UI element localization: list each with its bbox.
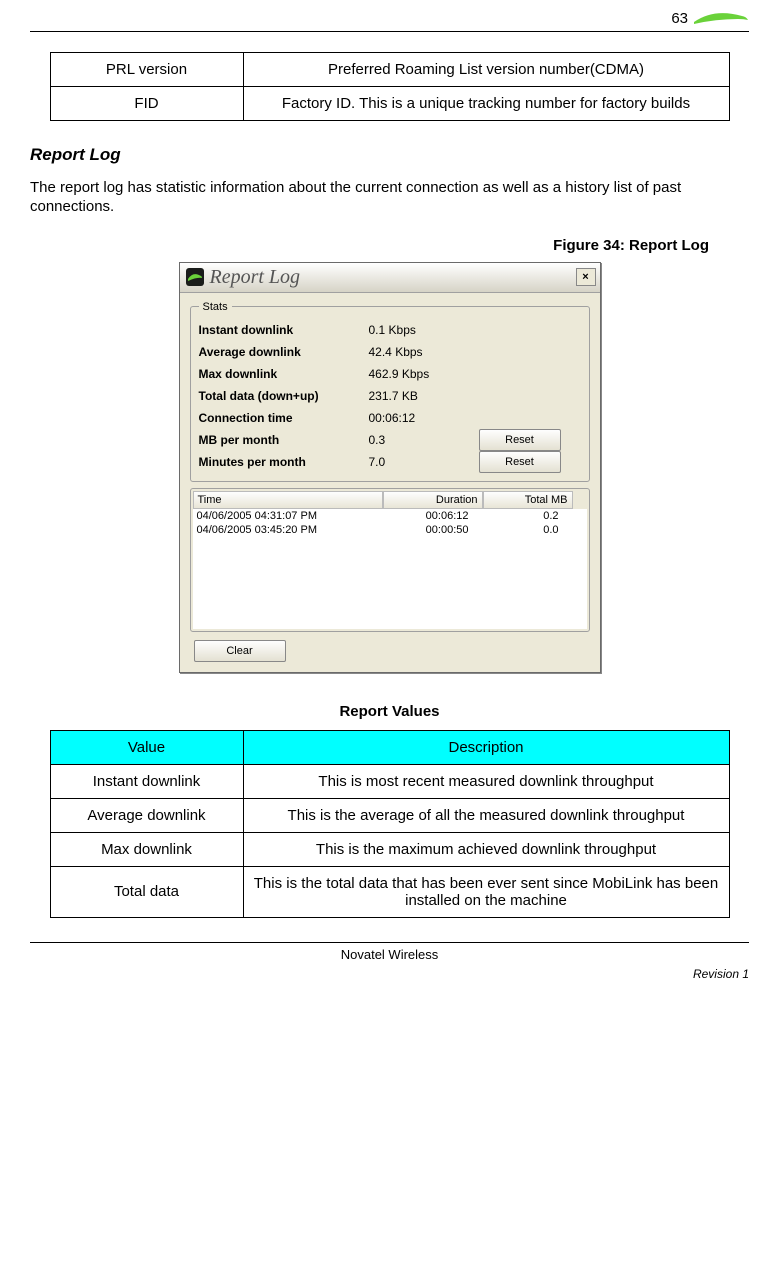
stat-row: Instant downlink 0.1 Kbps (199, 319, 581, 341)
stat-row: Minutes per month 7.0 Reset (199, 451, 581, 473)
stat-label: MB per month (199, 433, 369, 447)
cell-desc: Factory ID. This is a unique tracking nu… (243, 87, 729, 121)
reset-mb-button[interactable]: Reset (479, 429, 561, 451)
stat-row: Total data (down+up) 231.7 KB (199, 385, 581, 407)
list-item[interactable]: 04/06/2005 04:31:07 PM 00:06:12 0.2 (193, 509, 587, 523)
col-total[interactable]: Total MB (483, 491, 573, 509)
table-row: Average downlink This is the average of … (50, 798, 729, 832)
reset-minutes-button[interactable]: Reset (479, 451, 561, 473)
cell-value: Instant downlink (50, 764, 243, 798)
cell-value: Average downlink (50, 798, 243, 832)
stats-group: Stats Instant downlink 0.1 Kbps Average … (190, 301, 590, 482)
footer-revision: Revision 1 (693, 967, 749, 981)
cell-total: 0.0 (487, 524, 577, 536)
stat-value: 42.4 Kbps (369, 345, 479, 359)
cell-label: FID (50, 87, 243, 121)
clear-button[interactable]: Clear (194, 640, 286, 662)
cell-desc: This is the maximum achieved downlink th… (243, 832, 729, 866)
report-values-table: Value Description Instant downlink This … (50, 730, 730, 918)
section-heading: Report Log (30, 145, 749, 165)
stats-legend: Stats (199, 301, 232, 313)
col-duration[interactable]: Duration (383, 491, 483, 509)
stat-value: 00:06:12 (369, 411, 479, 425)
stat-label: Instant downlink (199, 323, 369, 337)
cell-total: 0.2 (487, 510, 577, 522)
cell-time: 04/06/2005 03:45:20 PM (197, 524, 387, 536)
stat-label: Connection time (199, 411, 369, 425)
page-header: 63 (30, 10, 749, 32)
table-row: Max downlink This is the maximum achieve… (50, 832, 729, 866)
stat-row: Average downlink 42.4 Kbps (199, 341, 581, 363)
cell-value: Total data (50, 866, 243, 917)
close-button[interactable]: × (576, 268, 596, 286)
window-title: Report Log (210, 266, 301, 289)
figure-caption: Figure 34: Report Log (30, 237, 709, 254)
cell-duration: 00:00:50 (387, 524, 487, 536)
cell-value: Max downlink (50, 832, 243, 866)
col-time[interactable]: Time (193, 491, 383, 509)
history-list: Time Duration Total MB 04/06/2005 04:31:… (190, 488, 590, 632)
page-footer: Novatel Wireless Revision 1 (30, 942, 749, 981)
cell-time: 04/06/2005 04:31:07 PM (197, 510, 387, 522)
table-row: FID Factory ID. This is a unique trackin… (50, 87, 729, 121)
section-intro: The report log has statistic information… (30, 179, 749, 217)
stat-value: 0.1 Kbps (369, 323, 479, 337)
cell-desc: Preferred Roaming List version number(CD… (243, 53, 729, 87)
report-values-title: Report Values (30, 703, 749, 720)
swoosh-icon (694, 12, 749, 26)
stat-row: Max downlink 462.9 Kbps (199, 363, 581, 385)
cell-desc: This is the total data that has been eve… (243, 866, 729, 917)
stat-value: 231.7 KB (369, 389, 479, 403)
stat-row: MB per month 0.3 Reset (199, 429, 581, 451)
page-number: 63 (671, 10, 688, 27)
table-row: Total data This is the total data that h… (50, 866, 729, 917)
header-value: Value (50, 730, 243, 764)
stat-label: Minutes per month (199, 455, 369, 469)
stat-value: 462.9 Kbps (369, 367, 479, 381)
stat-label: Max downlink (199, 367, 369, 381)
list-body[interactable]: 04/06/2005 04:31:07 PM 00:06:12 0.2 04/0… (193, 509, 587, 629)
footer-center: Novatel Wireless (30, 947, 749, 962)
prl-fid-table: PRL version Preferred Roaming List versi… (50, 52, 730, 121)
table-row: Instant downlink This is most recent mea… (50, 764, 729, 798)
app-icon (186, 268, 204, 286)
stat-row: Connection time 00:06:12 (199, 407, 581, 429)
stat-label: Total data (down+up) (199, 389, 369, 403)
list-item[interactable]: 04/06/2005 03:45:20 PM 00:00:50 0.0 (193, 523, 587, 537)
stat-label: Average downlink (199, 345, 369, 359)
report-log-window: Report Log × Stats Instant downlink 0.1 … (179, 262, 601, 673)
cell-desc: This is most recent measured downlink th… (243, 764, 729, 798)
titlebar: Report Log × (180, 263, 600, 293)
table-row: PRL version Preferred Roaming List versi… (50, 53, 729, 87)
cell-desc: This is the average of all the measured … (243, 798, 729, 832)
list-header-row: Time Duration Total MB (193, 491, 587, 509)
header-description: Description (243, 730, 729, 764)
cell-label: PRL version (50, 53, 243, 87)
cell-duration: 00:06:12 (387, 510, 487, 522)
stat-value: 0.3 (369, 433, 479, 447)
stat-value: 7.0 (369, 455, 479, 469)
